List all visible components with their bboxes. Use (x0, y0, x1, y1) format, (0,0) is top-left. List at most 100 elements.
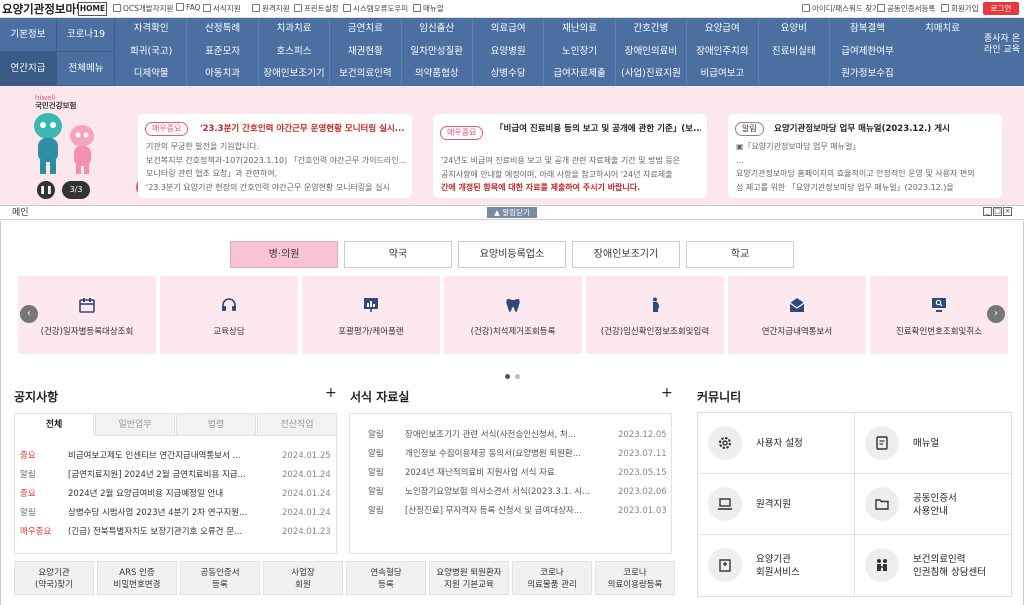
menu-item[interactable]: 의료급여 (473, 18, 545, 41)
notice-row[interactable]: 중요 2024년 2월 요양급여비용 지급예정일 안내 2024.01.24 (20, 488, 331, 501)
menu-item[interactable]: 채권현황 (330, 40, 402, 64)
quick-link-button[interactable]: 코로나 의료물품 관리 (512, 561, 592, 595)
maximize-icon[interactable]: □ (993, 207, 1002, 216)
close-alarm-button[interactable]: ▲ 알림닫기 (487, 207, 537, 218)
quick-link-button[interactable]: 사업장 회원 (263, 561, 343, 595)
service-tile[interactable]: (건강)치석제거조회등록 (444, 276, 582, 354)
member-service-item[interactable]: 요양기관 회원서비스 (698, 535, 855, 596)
menu-item[interactable]: 재난의료 (544, 18, 616, 41)
menu-item[interactable]: 진료비실태 (759, 40, 830, 64)
menu-item[interactable]: 잠복결핵 (830, 18, 905, 41)
error-help-link[interactable]: 시스템오류도우미 (343, 3, 408, 14)
carousel-prev-button[interactable]: ‹ (20, 305, 38, 323)
menu-item[interactable]: 자격확인 (116, 18, 188, 41)
faq-link[interactable]: FAQ (176, 3, 201, 12)
service-tile[interactable]: 연간지급내역통보서 (728, 276, 866, 354)
menu-item[interactable]: 치매치료 (905, 18, 980, 41)
notice-row[interactable]: 알림 [금연치료지원] 2024년 2월 금연치료비용 지급... 2024.01.… (20, 469, 331, 482)
menu-item[interactable]: 노인장기 (544, 40, 616, 64)
tab-clinic[interactable]: 병·의원 (230, 241, 338, 268)
notice-row[interactable]: 알림 상병수당 시범사업 2023년 4분기 2차 연구지원... 2024.01.… (20, 507, 331, 520)
menu-item[interactable]: 희귀(국고) (116, 40, 188, 64)
notice-more-button[interactable]: + (325, 385, 337, 401)
menu-item[interactable]: 원가정보수집 (830, 63, 905, 86)
menu-item[interactable]: 호스피스 (259, 40, 331, 64)
menu-item[interactable]: 임신출산 (402, 18, 473, 41)
signup-link[interactable]: 회원가입 (941, 3, 979, 14)
notice-tab-all[interactable]: 전체 (14, 413, 94, 436)
login-button[interactable]: 로그인 (983, 2, 1019, 15)
service-tile[interactable]: (건강)임신확인정보조회및입력 (586, 276, 724, 354)
menu-item[interactable]: 간호간병 (616, 18, 688, 41)
quick-link-button[interactable]: 코로나 의료이용량등록 (595, 561, 675, 595)
menu-item[interactable]: 급여제한여부 (830, 41, 905, 64)
quick-link-button[interactable]: 요양병원 퇴원환자 지원 기본교육 (429, 561, 509, 595)
human-rights-item[interactable]: 보건의료인력 인권침해 상담센터 (855, 535, 1012, 596)
form-support-link[interactable]: 서식지원 (203, 3, 241, 14)
print-setting-link[interactable]: 프린트설정 (294, 3, 339, 14)
close-icon[interactable]: × (1003, 207, 1012, 216)
menu-item[interactable]: 비급여보고 (687, 63, 759, 86)
form-row[interactable]: 알림 2024년 재난적의료비 지원사업 서식 자료 2023.05.15 (368, 467, 667, 480)
service-tile[interactable]: (건강)일자별등록대상조회 (18, 276, 156, 354)
banner-card-3[interactable]: 알림 요양기관정보마당 업무 매뉴얼(2023.12.) 게시 ▣「요양기관정보… (728, 114, 1002, 198)
user-settings-item[interactable]: 사용자 설정 (698, 413, 855, 474)
home-button[interactable]: HOME (78, 2, 107, 16)
form-row[interactable]: 알림 개인정보 수집이용제공 동의서(요양병원 퇴원환... 2023.07.11 (368, 448, 667, 461)
quick-link-button[interactable]: ARS 인증 비밀번호변경 (97, 561, 177, 595)
tab-annual-payment[interactable]: 연간지급 (0, 52, 57, 86)
menu-item[interactable]: 장애인주치의 (687, 40, 759, 64)
service-tile[interactable]: 포괄평가/케어플랜 (302, 276, 440, 354)
cert-register-link[interactable]: 공동인증서등록 (877, 3, 935, 14)
notice-row[interactable]: 매우중요 (긴급) 전북특별자치도 보장기관기호 오류건 문... 2024.01.… (20, 526, 331, 539)
notice-tab-general[interactable]: 일반업무 (95, 413, 175, 436)
banner-card-1[interactable]: 매우중요 '23.3분기 간호인력 야간근무 운영현황 모니터링 실시... 기… (138, 114, 412, 198)
staff-online-education-link[interactable]: 종사자 온라인 교육 (981, 34, 1023, 56)
remote-support-item[interactable]: 원격지원 (698, 474, 855, 535)
tab-covid19[interactable]: 코로나19 (58, 18, 115, 52)
carousel-next-button[interactable]: › (987, 305, 1005, 323)
service-tile[interactable]: 교육상담 (160, 276, 298, 354)
find-id-link[interactable]: 아이디/패스워드 찾기 (802, 3, 879, 14)
form-row[interactable]: 알림 장애인보조기기 관련 서식(사전승인신청서, 처... 2023.12.05 (368, 429, 667, 442)
tab-care-business[interactable]: 요양비등록업소 (458, 241, 566, 268)
pause-button[interactable]: ❚❚ (37, 181, 55, 199)
notice-row[interactable]: 중요 비급여보고제도 인센티브 연간지급내역통보서 ... 2024.01.25 (20, 450, 331, 463)
menu-item[interactable]: 장애인보조기기 (259, 63, 331, 86)
carousel-dot[interactable] (515, 374, 520, 379)
menu-item[interactable]: 요양급여 (687, 18, 759, 41)
menu-item[interactable]: 요양비 (759, 18, 830, 41)
tab-school[interactable]: 학교 (686, 241, 794, 268)
banner-card-2[interactable]: 매우중요 「비급여 진료비용 등의 보고 및 공개에 관한 기준」(보... '… (433, 114, 707, 198)
tab-assistive-device[interactable]: 장애인보조기기 (572, 241, 680, 268)
cert-guide-item[interactable]: 공동인증서 사용안내 (855, 474, 1012, 535)
quick-link-button[interactable]: 공동인증서 등록 (180, 561, 260, 595)
carousel-dot-active[interactable] (505, 374, 510, 379)
manual-link[interactable]: 매뉴얼 (413, 3, 444, 14)
menu-item[interactable]: 일차만성질환 (402, 40, 473, 64)
form-row[interactable]: 알림 [산정진료] 무자격자 등록 신청서 및 급여대상자... 2023.01.0… (368, 505, 667, 518)
notice-tab-law[interactable]: 법령 (176, 413, 256, 436)
menu-item[interactable]: 요양병원 (473, 40, 545, 64)
menu-item[interactable]: 아동치과 (187, 63, 259, 86)
quick-link-button[interactable]: 요양기관 (약국)찾기 (14, 561, 94, 595)
tab-pharmacy[interactable]: 약국 (344, 241, 452, 268)
menu-item[interactable]: 보건의료인력 (330, 63, 402, 86)
minimize-icon[interactable]: _ (983, 207, 992, 216)
form-row[interactable]: 알림 노인장기요양보험 의사소견서 서식(2023.3.1. 시... 2023.0… (368, 486, 667, 499)
menu-item[interactable]: 치과치료 (259, 18, 331, 41)
menu-item[interactable]: 의약품협상 (402, 63, 473, 86)
menu-item[interactable]: 상병수당 (473, 63, 545, 86)
menu-item[interactable]: 디제약물 (116, 63, 188, 86)
tab-all-menu[interactable]: 전체메뉴 (58, 52, 115, 86)
menu-item[interactable]: 급여자료제출 (544, 63, 616, 86)
menu-item[interactable]: 장애인의료비 (616, 40, 688, 64)
tab-basic-info[interactable]: 기본정보 (0, 18, 57, 52)
manual-item[interactable]: 매뉴얼 (855, 413, 1012, 474)
quick-link-button[interactable]: 연속혈당 등록 (346, 561, 426, 595)
menu-item[interactable]: (사업)진료지원 (616, 63, 688, 86)
forms-more-button[interactable]: + (661, 385, 673, 401)
menu-item[interactable]: 금연치료 (330, 18, 402, 41)
remote-support-link[interactable]: 원격지원 (252, 3, 290, 14)
menu-item[interactable]: 표준모자 (187, 40, 259, 64)
